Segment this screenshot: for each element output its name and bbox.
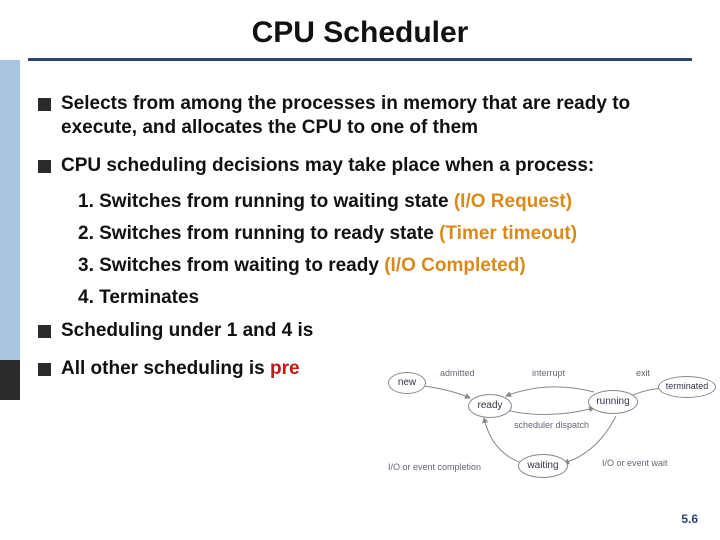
item-number: 2.	[78, 223, 94, 244]
item-text: Switches from running to waiting state	[94, 191, 454, 212]
state-label: new	[398, 378, 416, 389]
list-item: 1. Switches from running to waiting stat…	[78, 191, 702, 213]
item-text: Switches from running to ready state	[94, 223, 439, 244]
state-label: ready	[477, 401, 502, 412]
edge-label-io-wait: I/O or event wait	[602, 458, 668, 468]
square-bullet-icon	[38, 98, 51, 111]
bullet-text-plain: All other scheduling is	[61, 358, 270, 379]
item-text: Switches from waiting to ready	[94, 255, 384, 276]
list-item: 4. Terminates	[78, 287, 702, 309]
square-bullet-icon	[38, 160, 51, 173]
state-new: new	[388, 372, 426, 394]
edge-label-io-done: I/O or event completion	[388, 462, 481, 472]
state-ready: ready	[468, 394, 512, 418]
bullet-item: Scheduling under 1 and 4 is	[38, 319, 702, 343]
process-state-diagram: new ready running terminated waiting adm…	[382, 358, 702, 488]
list-item: 3. Switches from waiting to ready (I/O C…	[78, 255, 702, 277]
bullet-text: All other scheduling is pre	[61, 357, 300, 381]
state-label: running	[596, 397, 629, 408]
list-item: 2. Switches from running to ready state …	[78, 223, 702, 245]
item-highlight: (Timer timeout)	[439, 223, 577, 244]
item-number: 4.	[78, 287, 94, 308]
slide-title: CPU Scheduler	[0, 0, 720, 58]
edge-label-interrupt: interrupt	[532, 368, 565, 378]
item-text: Terminates	[94, 287, 199, 308]
item-number: 1.	[78, 191, 94, 212]
bullet-text: Scheduling under 1 and 4 is	[61, 319, 313, 343]
bullet-text: Selects from among the processes in memo…	[61, 92, 702, 140]
bullet-text-highlight: pre	[270, 358, 300, 379]
numbered-list: 1. Switches from running to waiting stat…	[78, 191, 702, 309]
slide-content: Selects from among the processes in memo…	[30, 80, 702, 395]
item-highlight: (I/O Completed)	[384, 255, 525, 276]
bullet-item: Selects from among the processes in memo…	[38, 92, 702, 140]
square-bullet-icon	[38, 363, 51, 376]
state-label: waiting	[527, 461, 558, 472]
square-bullet-icon	[38, 325, 51, 338]
state-label: terminated	[666, 382, 709, 391]
bullet-item: CPU scheduling decisions may take place …	[38, 154, 702, 178]
state-terminated: terminated	[658, 376, 716, 398]
title-rule	[28, 58, 692, 61]
item-number: 3.	[78, 255, 94, 276]
item-highlight: (I/O Request)	[454, 191, 572, 212]
edge-label-admitted: admitted	[440, 368, 475, 378]
state-waiting: waiting	[518, 454, 568, 478]
side-accent-dark	[0, 360, 20, 400]
page-number: 5.6	[681, 512, 698, 526]
bullet-text: CPU scheduling decisions may take place …	[61, 154, 594, 178]
edge-label-exit: exit	[636, 368, 650, 378]
edge-label-dispatch: scheduler dispatch	[514, 420, 589, 430]
state-running: running	[588, 390, 638, 414]
side-accent-blue	[0, 60, 20, 360]
